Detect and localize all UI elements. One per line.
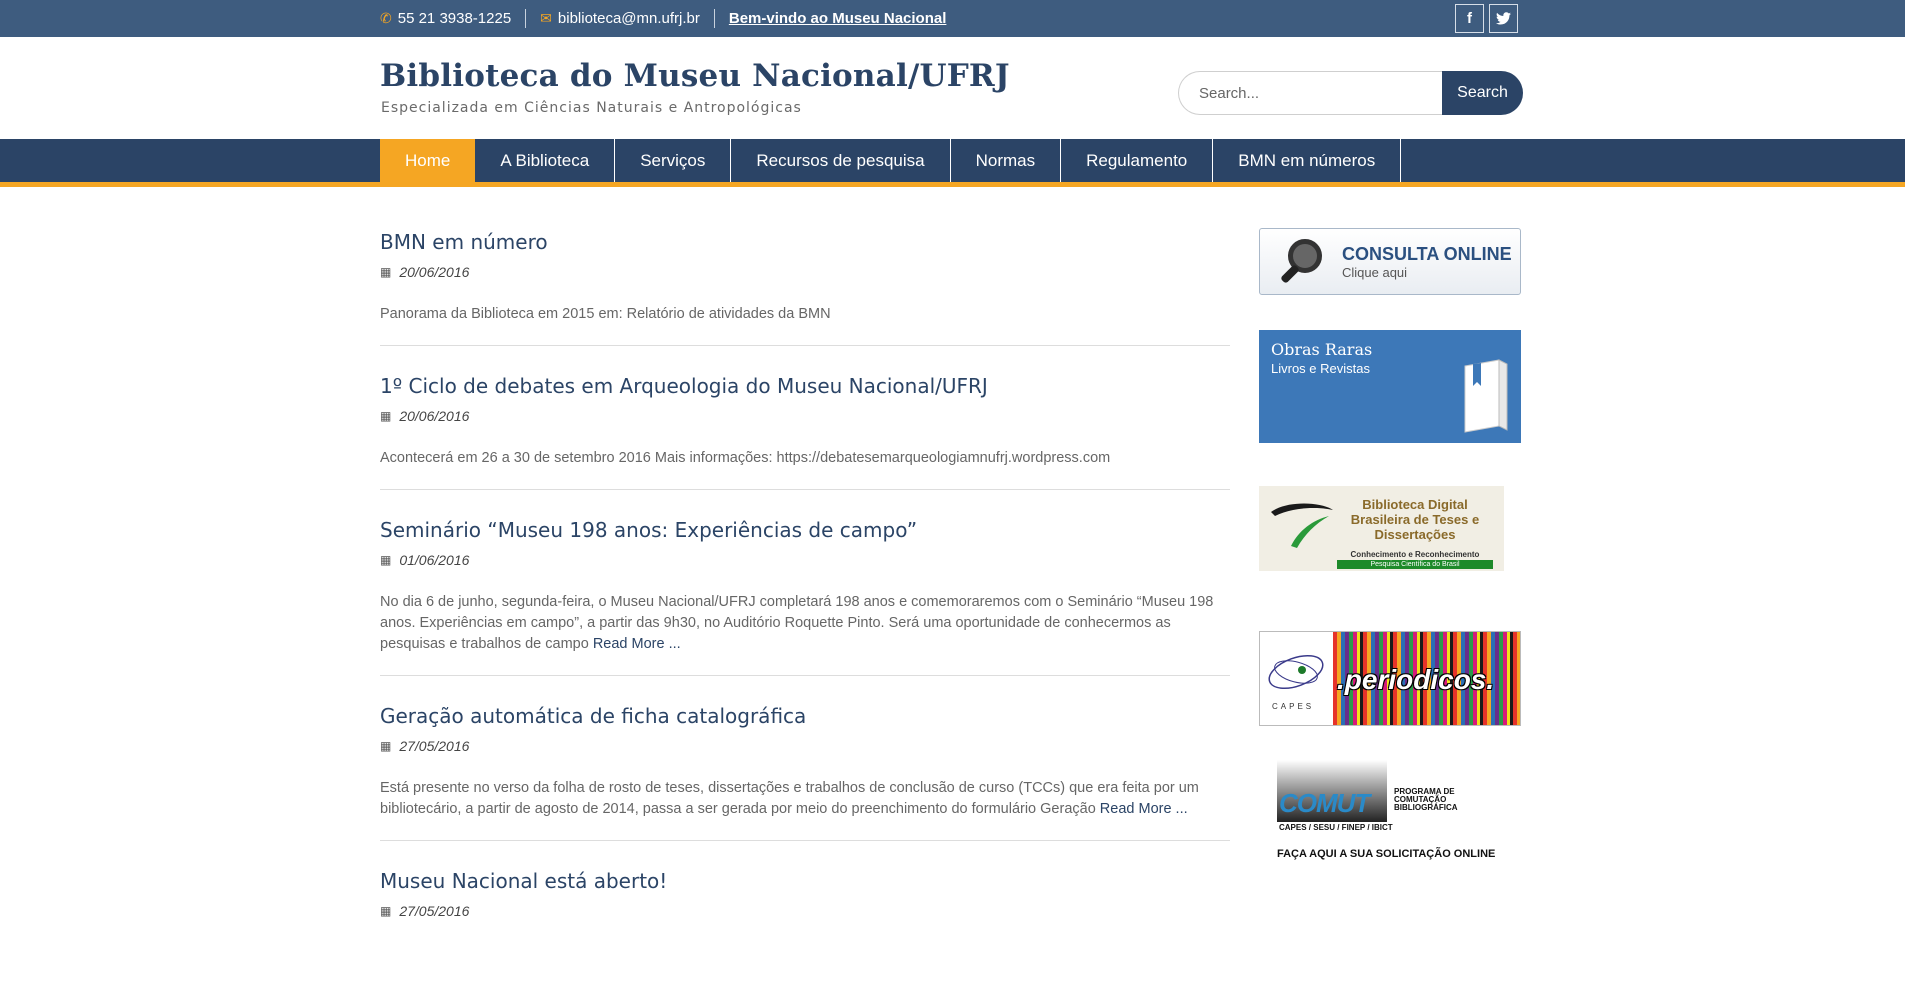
bdtd-logo-icon [1271, 503, 1333, 548]
periodicos-text: .periodicos. [1337, 664, 1495, 695]
nav-accent-line [0, 182, 1905, 187]
magnifier-icon [1280, 237, 1332, 287]
post-excerpt: Acontecerá em 26 a 30 de setembro 2016 M… [380, 448, 1230, 469]
book-icon [1464, 359, 1508, 433]
post-date-text: 20/06/2016 [399, 408, 470, 424]
email-contact[interactable]: ✉ biblioteca@mn.ufrj.br [526, 9, 715, 28]
bdtd-tagline: Conhecimento e Reconhecimento [1350, 550, 1480, 559]
post-excerpt-text: Acontecerá em 26 a 30 de setembro 2016 M… [380, 450, 1111, 466]
post-date-text: 20/06/2016 [399, 264, 470, 280]
page: ✆ 55 21 3938-1225 ✉ biblioteca@mn.ufrj.b… [0, 0, 1905, 981]
phone-icon: ✆ [380, 10, 392, 26]
comut-word: COMUT [1279, 788, 1370, 818]
post-item: Geração automática de ficha catalográfic… [380, 696, 1230, 841]
post-excerpt: Panorama da Biblioteca em 2015 em: Relat… [380, 304, 1230, 325]
post-date-text: 27/05/2016 [399, 903, 470, 919]
nav-item-servicos[interactable]: Serviços [615, 139, 732, 182]
search-button[interactable]: Search [1442, 71, 1523, 115]
search-form: Search [1178, 71, 1523, 115]
consulta-text: CONSULTA ONLINE Clique aqui [1342, 244, 1512, 280]
nav-item-bmn-em-numeros[interactable]: BMN em números [1213, 139, 1402, 182]
capes-periodicos-banner[interactable]: CAPES .periodicos. [1259, 631, 1521, 726]
envelope-icon: ✉ [540, 10, 552, 26]
post-title[interactable]: Museu Nacional está aberto! [380, 861, 1230, 901]
post-item: 1º Ciclo de debates em Arqueologia do Mu… [380, 366, 1230, 490]
site-description: Especializada em Ciências Naturais e Ant… [381, 100, 802, 116]
calendar-icon: ▦ [380, 265, 392, 279]
consulta-title: CONSULTA ONLINE [1342, 243, 1512, 264]
capes-logo-icon [1268, 654, 1324, 690]
consulta-online-banner[interactable]: CONSULTA ONLINE Clique aqui [1259, 228, 1521, 295]
periodicos-stripes: .periodicos. [1333, 632, 1520, 725]
calendar-icon: ▦ [380, 409, 392, 423]
post-excerpt: Está presente no verso da folha de rosto… [380, 778, 1230, 820]
nav-item-a-biblioteca[interactable]: A Biblioteca [475, 139, 616, 182]
post-list: BMN em número ▦ 20/06/2016 Panorama da B… [380, 222, 1230, 959]
post-item: Seminário “Museu 198 anos: Experiências … [380, 510, 1230, 676]
post-date: ▦ 01/06/2016 [380, 552, 1230, 568]
read-more-link[interactable]: Read More ... [593, 636, 681, 652]
post-excerpt-text: No dia 6 de junho, segunda-feira, o Muse… [380, 594, 1214, 652]
read-more-link[interactable]: Read More ... [1100, 801, 1188, 817]
post-date: ▦ 27/05/2016 [380, 738, 1230, 754]
post-excerpt-text: Panorama da Biblioteca em 2015 em: Relat… [380, 306, 831, 322]
post-title[interactable]: Seminário “Museu 198 anos: Experiências … [380, 510, 1230, 550]
capes-logo: CAPES [1260, 632, 1333, 725]
nav-items: Home A Biblioteca Serviços Recursos de p… [380, 139, 1402, 182]
comut-partners: CAPES / SESU / FINEP / IBICT [1279, 823, 1393, 832]
twitter-icon[interactable] [1489, 4, 1518, 33]
obras-raras-banner[interactable]: Obras Raras Livros e Revistas [1259, 330, 1521, 443]
main-nav: Home A Biblioteca Serviços Recursos de p… [0, 139, 1905, 182]
comut-logo: COMUT [1277, 760, 1387, 822]
search-input[interactable] [1178, 71, 1442, 115]
bdtd-banner[interactable]: Biblioteca Digital Brasileira de Teses e… [1259, 486, 1504, 571]
nav-item-recursos-de-pesquisa[interactable]: Recursos de pesquisa [731, 139, 951, 182]
bdtd-bar-text: Pesquisa Científica do Brasil [1337, 560, 1493, 569]
post-date-text: 01/06/2016 [399, 552, 470, 568]
calendar-icon: ▦ [380, 904, 392, 918]
post-date: ▦ 20/06/2016 [380, 408, 1230, 424]
email-address[interactable]: biblioteca@mn.ufrj.br [558, 10, 700, 27]
post-item: BMN em número ▦ 20/06/2016 Panorama da B… [380, 222, 1230, 346]
consulta-subtitle: Clique aqui [1342, 264, 1408, 280]
capes-label: CAPES [1272, 702, 1315, 711]
post-excerpt: No dia 6 de junho, segunda-feira, o Muse… [380, 592, 1230, 655]
comut-cta[interactable]: FAÇA AQUI A SUA SOLICITAÇÃO ONLINE [1277, 848, 1495, 860]
welcome-item: Bem-vindo ao Museu Nacional [715, 9, 961, 28]
nav-item-home[interactable]: Home [380, 139, 476, 182]
post-date: ▦ 20/06/2016 [380, 264, 1230, 280]
welcome-link[interactable]: Bem-vindo ao Museu Nacional [729, 10, 947, 27]
comut-program: PROGRAMA DE COMUTAÇÃO BIBLIOGRÁFICA [1394, 787, 1458, 812]
nav-item-regulamento[interactable]: Regulamento [1061, 139, 1214, 182]
social-links: f [1455, 4, 1518, 33]
post-title[interactable]: BMN em número [380, 222, 1230, 262]
comut-banner[interactable]: COMUT PROGRAMA DE COMUTAÇÃO BIBLIOGRÁFIC… [1277, 760, 1507, 860]
post-date-text: 27/05/2016 [399, 738, 470, 754]
post-title[interactable]: Geração automática de ficha catalográfic… [380, 696, 1230, 736]
calendar-icon: ▦ [380, 553, 392, 567]
top-bar: ✆ 55 21 3938-1225 ✉ biblioteca@mn.ufrj.b… [0, 0, 1905, 37]
calendar-icon: ▦ [380, 739, 392, 753]
obras-subtitle: Livros e Revistas [1271, 361, 1370, 376]
bdtd-title: Biblioteca Digital Brasileira de Teses e… [1350, 497, 1480, 542]
facebook-icon[interactable]: f [1455, 4, 1484, 33]
phone-number: 55 21 3938-1225 [397, 10, 512, 27]
site-title[interactable]: Biblioteca do Museu Nacional/UFRJ [380, 58, 1010, 94]
phone-contact: ✆ 55 21 3938-1225 [380, 9, 527, 28]
post-date: ▦ 27/05/2016 [380, 903, 1230, 919]
top-bar-content: ✆ 55 21 3938-1225 ✉ biblioteca@mn.ufrj.b… [380, 0, 1518, 37]
post-title[interactable]: 1º Ciclo de debates em Arqueologia do Mu… [380, 366, 1230, 406]
obras-title: Obras Raras [1271, 340, 1373, 359]
post-item: Museu Nacional está aberto! ▦ 27/05/2016 [380, 861, 1230, 939]
nav-item-normas[interactable]: Normas [951, 139, 1062, 182]
post-excerpt-text: Está presente no verso da folha de rosto… [380, 780, 1199, 817]
